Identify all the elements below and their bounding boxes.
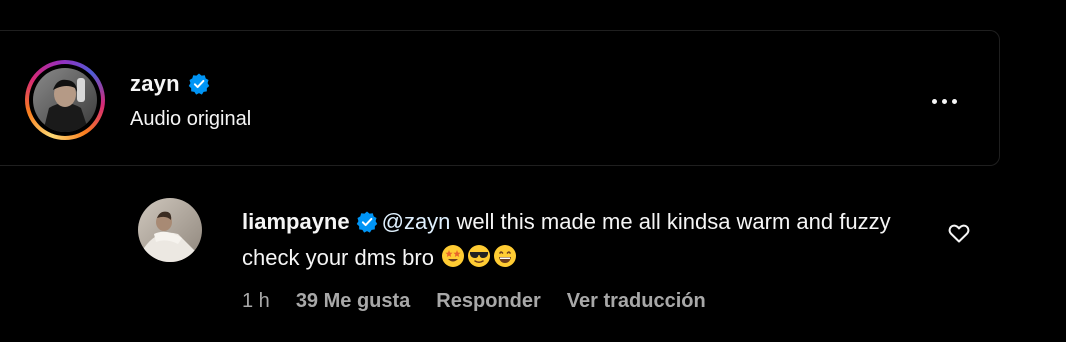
likes-count-link[interactable]: 39 Me gusta <box>296 290 410 313</box>
zayn-avatar[interactable] <box>33 68 97 132</box>
verified-badge-icon <box>356 211 377 233</box>
see-translation-button[interactable]: Ver traducción <box>567 290 706 313</box>
comment-username[interactable]: liampayne <box>242 209 350 234</box>
header-username[interactable]: zayn <box>130 71 180 97</box>
audio-subtitle[interactable]: Audio original <box>130 108 251 131</box>
more-options-button[interactable] <box>924 91 964 111</box>
more-dot-icon <box>941 98 947 104</box>
comment-timestamp[interactable]: 1 h <box>242 290 270 313</box>
comment-avatar[interactable] <box>138 198 204 264</box>
grinning-emoji-icon <box>494 245 517 267</box>
story-ring[interactable] <box>25 60 105 140</box>
header-name-row: zayn <box>130 71 210 97</box>
mention-link[interactable]: @zayn <box>382 209 451 234</box>
heart-icon <box>948 224 970 243</box>
comment-body: liampayne @zayn well this made me all kin… <box>242 204 922 276</box>
more-dot-icon <box>951 98 957 104</box>
more-dot-icon <box>931 98 937 104</box>
sunglasses-emoji-icon <box>468 245 491 267</box>
liampayne-avatar[interactable] <box>138 198 202 262</box>
reply-button[interactable]: Responder <box>436 290 540 313</box>
comment-meta: 1 h 39 Me gusta Responder Ver traducción <box>242 290 732 313</box>
like-button[interactable] <box>944 218 974 248</box>
comment: liampayne @zayn well this made me all kin… <box>138 198 998 328</box>
verified-badge-icon <box>188 73 209 95</box>
audio-header-card: zayn Audio original <box>0 30 1000 166</box>
star-struck-emoji-icon <box>442 245 465 267</box>
